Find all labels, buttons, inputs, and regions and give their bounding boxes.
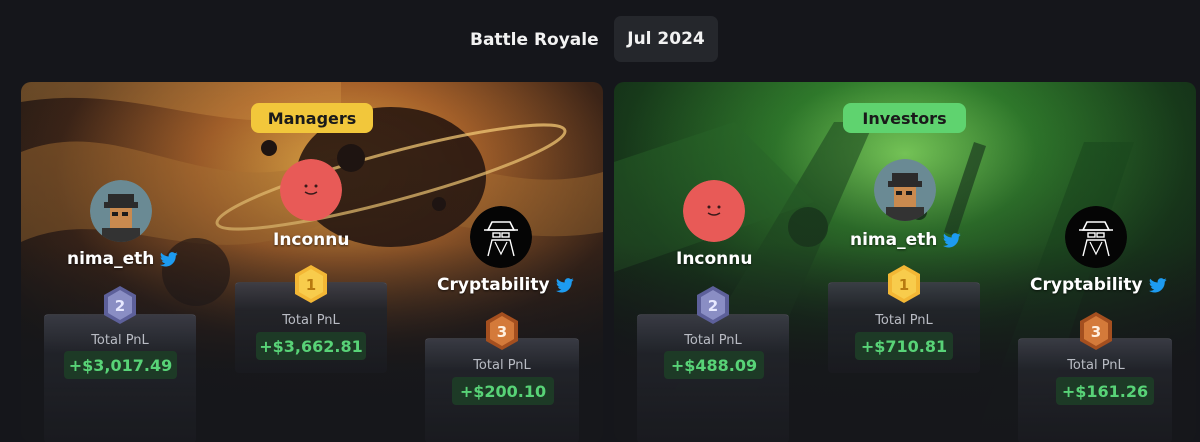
pnl-value-second: +$488.09: [664, 351, 764, 379]
page-header: Battle Royale Jul 2024: [0, 16, 1200, 62]
username-third[interactable]: Cryptability: [437, 275, 574, 295]
rank-first: 1: [899, 276, 909, 294]
rank-second: 2: [115, 297, 125, 315]
twitter-icon[interactable]: [556, 278, 574, 293]
avatar-nima-eth: [874, 159, 936, 221]
username-second[interactable]: nima_eth: [67, 249, 178, 269]
username-first[interactable]: nima_eth: [850, 230, 961, 250]
rank-third: 3: [497, 323, 507, 341]
pnl-label-second: Total PnL: [91, 333, 149, 348]
pnl-label-first: Total PnL: [875, 313, 933, 328]
silver-medal-icon: 2: [695, 285, 731, 325]
investors-pill: Investors: [843, 103, 966, 133]
rank-second: 2: [708, 297, 718, 315]
avatar-inconnu: [280, 159, 342, 221]
username-first[interactable]: Inconnu: [273, 230, 350, 250]
rank-third: 3: [1091, 323, 1101, 341]
investors-panel: Investors nima_eth 1 Total PnL +$710.81: [614, 82, 1196, 442]
bronze-medal-icon: 3: [484, 311, 520, 351]
rank-first: 1: [306, 276, 316, 294]
pnl-label-third: Total PnL: [1067, 358, 1125, 373]
username-third[interactable]: Cryptability: [1030, 275, 1167, 295]
pnl-value-third: +$161.26: [1056, 377, 1154, 405]
avatar-nima-eth: [90, 180, 152, 242]
avatar-cryptability: [470, 206, 532, 268]
bronze-medal-icon: 3: [1078, 311, 1114, 351]
managers-panel: Managers Inconnu 1 Total PnL +$3,662.81 …: [21, 82, 603, 442]
page-title: Battle Royale: [470, 30, 599, 50]
avatar-cryptability: [1065, 206, 1127, 268]
month-selector[interactable]: Jul 2024: [614, 16, 718, 62]
twitter-icon[interactable]: [1149, 278, 1167, 293]
twitter-icon[interactable]: [160, 252, 178, 267]
pnl-value-first: +$3,662.81: [256, 332, 366, 360]
managers-pill: Managers: [251, 103, 373, 133]
silver-medal-icon: 2: [102, 285, 138, 325]
pnl-label-third: Total PnL: [473, 358, 531, 373]
twitter-icon[interactable]: [943, 233, 961, 248]
pnl-label-first: Total PnL: [282, 313, 340, 328]
gold-medal-icon: 1: [293, 264, 329, 304]
pnl-label-second: Total PnL: [684, 333, 742, 348]
pnl-value-third: +$200.10: [452, 377, 554, 405]
pnl-value-first: +$710.81: [855, 332, 953, 360]
pnl-value-second: +$3,017.49: [64, 351, 177, 379]
avatar-inconnu: [683, 180, 745, 242]
username-second[interactable]: Inconnu: [676, 249, 753, 269]
gold-medal-icon: 1: [886, 264, 922, 304]
